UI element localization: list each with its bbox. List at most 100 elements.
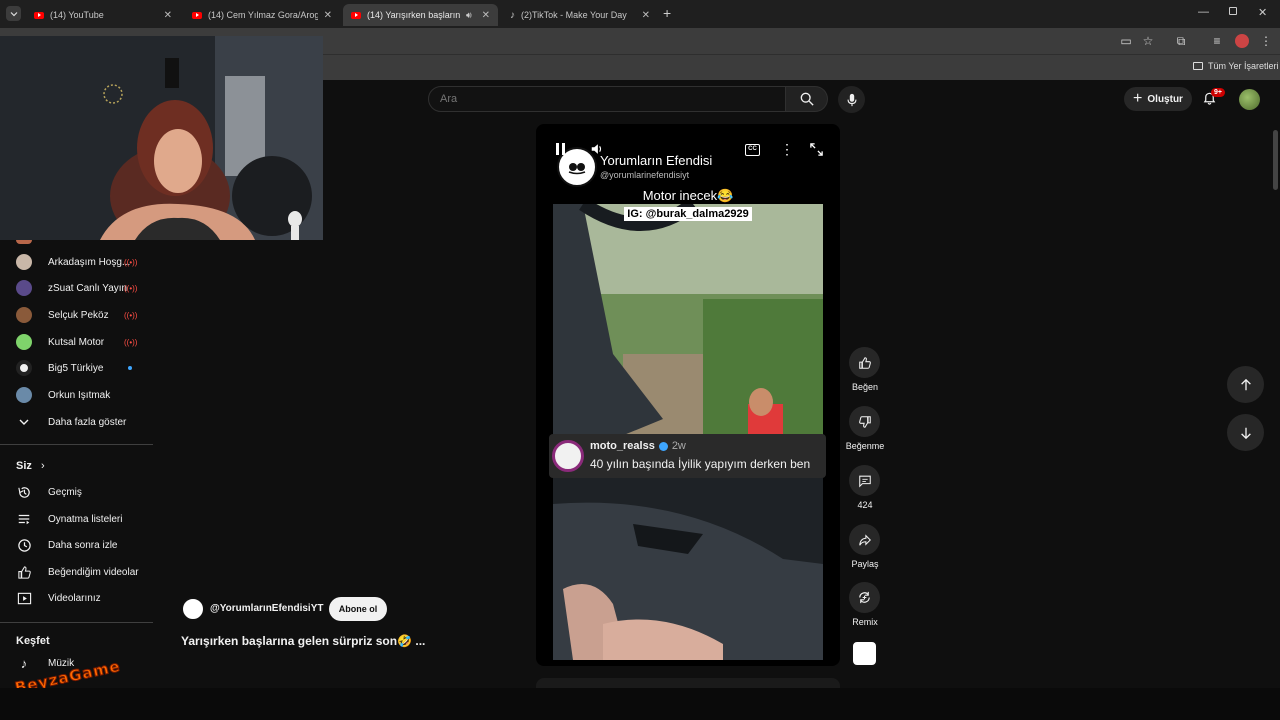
uploader-avatar[interactable] <box>181 597 205 621</box>
scrollbar[interactable] <box>1273 130 1278 190</box>
voice-search-button[interactable] <box>838 86 865 113</box>
webcam-overlay <box>0 36 323 240</box>
plus-icon: + <box>1133 90 1143 107</box>
dislike-label: Beğenme <box>845 441 885 451</box>
volume-button[interactable] <box>590 142 604 161</box>
star-icon[interactable]: ☆ <box>1140 34 1156 48</box>
fullscreen-button[interactable] <box>809 142 824 162</box>
video-scene <box>553 204 823 660</box>
live-icon: ((•)) <box>124 283 138 293</box>
media-controls-icon[interactable]: ≡ <box>1209 34 1225 48</box>
close-icon[interactable]: ✕ <box>482 10 490 21</box>
sidebar-subscription[interactable]: Big5 Türkiye <box>0 355 153 381</box>
sidebar-subscription[interactable]: Selçuk Peköz ((•)) <box>0 302 153 328</box>
sidebar-divider <box>0 444 153 445</box>
sound-source-avatar[interactable] <box>851 640 878 667</box>
sidebar-item-label: Oynatma listeleri <box>48 513 123 525</box>
thumb-down-icon <box>858 415 871 428</box>
previous-short-button[interactable] <box>1227 366 1264 403</box>
like-button[interactable] <box>849 347 880 378</box>
sidebar-subscription[interactable]: zSuat Canlı Yayın ((•)) <box>0 275 153 301</box>
comment-username: moto_realss <box>590 440 655 452</box>
channel-avatar <box>16 254 32 270</box>
search-icon <box>800 92 814 106</box>
profile-icon[interactable] <box>1235 34 1249 48</box>
video-frame[interactable] <box>553 204 823 660</box>
channel-name: Yorumların Efendisi <box>600 153 713 168</box>
restore-button[interactable] <box>1229 7 1237 15</box>
new-tab-button[interactable]: + <box>663 5 671 21</box>
live-icon: ((•)) <box>124 310 138 320</box>
all-bookmarks-button[interactable]: Tüm Yer İşaretleri <box>1193 61 1279 71</box>
search-input[interactable] <box>428 86 786 112</box>
arrow-up-icon <box>1240 378 1251 390</box>
tab-title: (14) Cem Yılmaz Gora/Arog Sah <box>208 10 318 20</box>
short-title[interactable]: Yarışırken başlarına gelen sürpriz son🤣 … <box>181 634 425 648</box>
show-more-button[interactable]: Daha fazla göster <box>0 409 153 435</box>
youtube-icon <box>34 11 44 19</box>
notifications-button[interactable]: 9+ <box>1202 88 1225 108</box>
browser-tab[interactable]: (14) Cem Yılmaz Gora/Arog Sah ✕ <box>184 4 340 26</box>
chevron-right-icon: › <box>40 460 45 472</box>
browser-tab[interactable]: ♪ (2)TikTok - Make Your Day ✕ <box>502 4 658 26</box>
arrow-down-icon <box>1240 427 1251 439</box>
sidebar-item-watch-later[interactable]: Daha sonra izle <box>0 532 153 558</box>
minimize-button[interactable]: — <box>1198 6 1209 18</box>
search-button[interactable] <box>786 86 828 112</box>
more-options-button[interactable]: ⋮ <box>780 141 794 158</box>
youtube-icon <box>192 11 202 19</box>
pause-icon <box>556 143 559 155</box>
close-icon[interactable]: ✕ <box>642 10 650 21</box>
music-note-icon: ♪ <box>20 655 28 671</box>
tab-search-button[interactable] <box>6 6 21 21</box>
channel-avatar <box>16 307 32 323</box>
sidebar-item-label: Beğendiğim videolar <box>48 566 139 578</box>
channel-avatar <box>16 387 32 403</box>
uploader-handle[interactable]: @YorumlarınEfendisiYT <box>210 603 323 614</box>
subscription-label: zSuat Canlı Yayın <box>48 282 128 294</box>
extensions-icon[interactable]: ⧉ <box>1173 34 1189 48</box>
comments-button[interactable] <box>849 465 880 496</box>
menu-icon[interactable]: ⋮ <box>1258 34 1274 48</box>
sidebar-item-label: Daha sonra izle <box>48 539 118 551</box>
remix-button[interactable] <box>849 582 880 613</box>
sidebar-subscription[interactable]: Kutsal Motor ((•)) <box>0 329 153 355</box>
subscribe-button[interactable]: Abone ol <box>329 597 387 621</box>
create-button[interactable]: + Oluştur <box>1124 87 1192 111</box>
sidebar-item-playlists[interactable]: Oynatma listeleri <box>0 506 153 532</box>
notification-badge: 9+ <box>1211 88 1225 97</box>
close-window-button[interactable]: ✕ <box>1258 6 1267 19</box>
browser-tab[interactable]: (14) YouTube ✕ <box>26 4 180 26</box>
sidebar-subscription[interactable]: Arkadaşım Hoşg... ((•)) <box>0 249 153 275</box>
dislike-button[interactable] <box>849 406 880 437</box>
account-avatar[interactable] <box>1239 89 1260 110</box>
sidebar-item-history[interactable]: Geçmiş <box>0 479 153 505</box>
comment-icon <box>858 475 871 488</box>
subscription-label: Orkun Işıtmak <box>48 389 111 401</box>
close-icon[interactable]: ✕ <box>164 10 172 21</box>
show-more-label: Daha fazla göster <box>48 416 127 428</box>
sidebar-item-label: Videolarınız <box>48 592 101 604</box>
thumb-up-icon <box>16 564 32 580</box>
browser-tab-strip: (14) YouTube ✕ (14) Cem Yılmaz Gora/Arog… <box>0 0 1280 28</box>
subscription-label: Selçuk Peköz <box>48 309 109 321</box>
sidebar-item-liked-videos[interactable]: Beğendiğim videolar <box>0 559 153 585</box>
remix-label: Remix <box>852 617 878 627</box>
close-icon[interactable]: ✕ <box>324 10 332 21</box>
playlist-icon <box>16 511 32 527</box>
sidebar-item-your-videos[interactable]: Videolarınız <box>0 585 153 611</box>
speaker-icon[interactable]: 🔊︎ <box>466 10 472 21</box>
sidebar-subscription[interactable]: Orkun Işıtmak <box>0 382 153 408</box>
share-button[interactable] <box>849 524 880 555</box>
like-label: Beğen <box>851 382 879 392</box>
you-section-title[interactable]: Siz › <box>16 460 45 472</box>
cast-icon[interactable]: ▭ <box>1118 34 1134 48</box>
chevron-down-icon <box>10 11 17 16</box>
browser-tab-active[interactable]: (14) Yarışırken başlarına gel 🔊︎ ✕ <box>343 4 498 26</box>
pause-button[interactable] <box>556 143 568 157</box>
next-short-preview[interactable] <box>536 678 840 688</box>
history-icon <box>16 484 32 500</box>
next-short-button[interactable] <box>1227 414 1264 451</box>
verified-icon <box>658 441 668 451</box>
captions-button[interactable]: CC <box>745 144 760 156</box>
